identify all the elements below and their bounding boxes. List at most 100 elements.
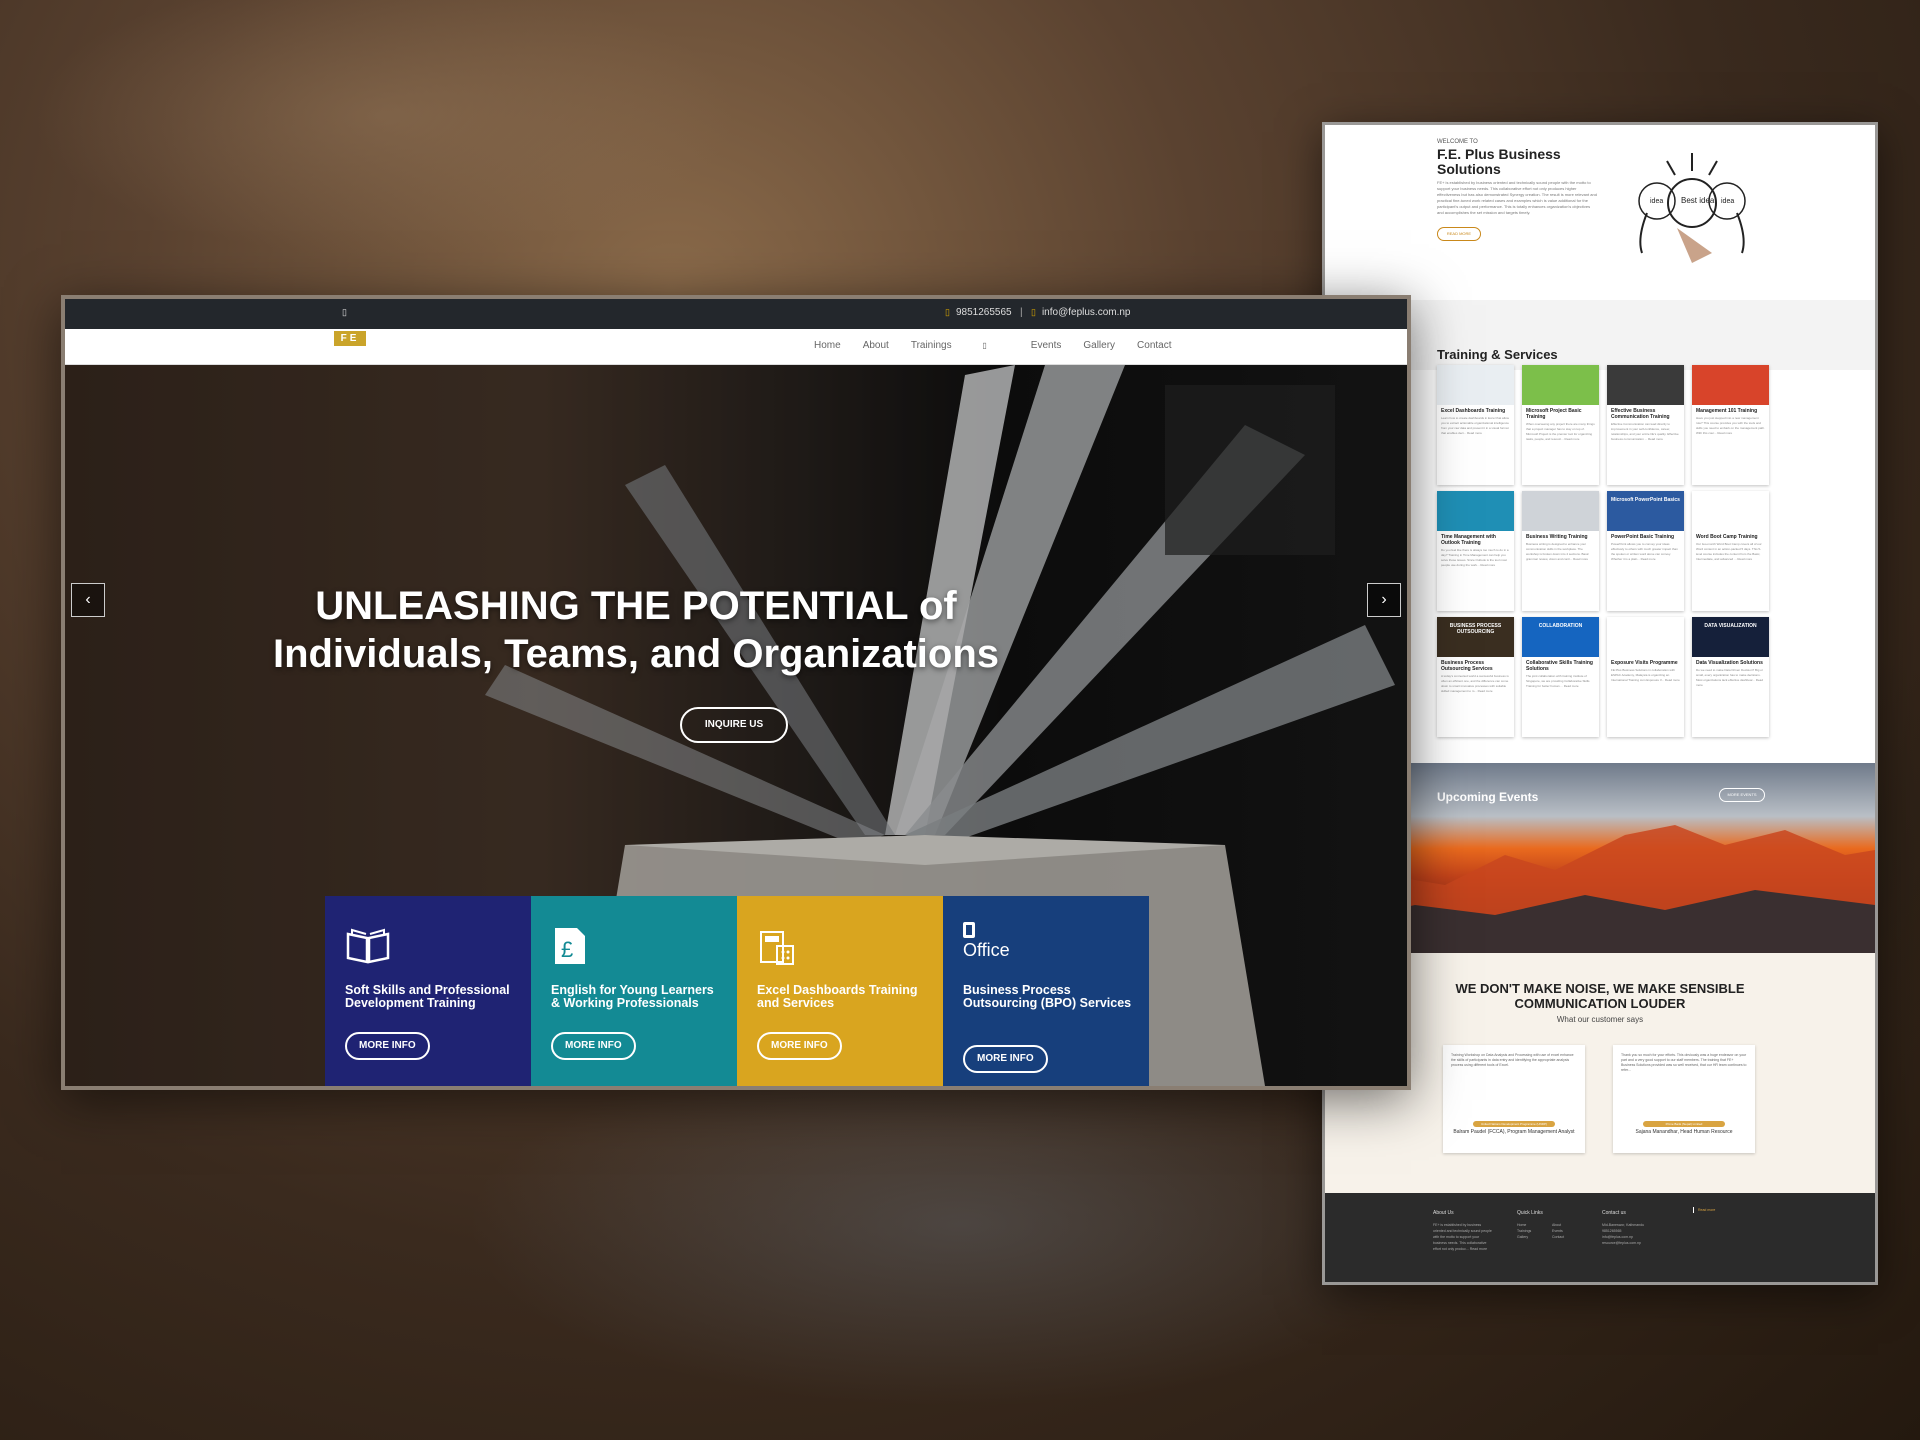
service-title: Collaborative Skills Training Solutions	[1526, 660, 1593, 672]
service-card[interactable]: Effective Business Communication Trainin…	[1607, 365, 1684, 485]
idea-word-center: Best idea	[1681, 196, 1715, 205]
service-card[interactable]: Business Writing Training Business writin…	[1522, 491, 1599, 611]
idea-word-left: idea	[1650, 198, 1663, 205]
mail-icon: ▯	[1031, 307, 1036, 317]
footer-read-more[interactable]: Read more	[1698, 1207, 1733, 1213]
service-title: Exposure Visits Programme	[1611, 660, 1678, 666]
footer-contact-title: Contact us	[1602, 1210, 1626, 1216]
footer-contact: Contact us Mid-Baneswor, Kathmandu 98512…	[1602, 1210, 1682, 1246]
service-card[interactable]: Exposure Visits Programme FE Plus Busines…	[1607, 617, 1684, 737]
testimonial-org-badge: Prime Bank (Nepal) Limited	[1643, 1121, 1725, 1127]
service-text: PowerPoint allows you to convey your ide…	[1611, 542, 1678, 561]
slider-next-button[interactable]: ›	[1367, 583, 1401, 617]
fe-logo[interactable]: FE	[334, 331, 366, 346]
service-title: Effective Business Communication Trainin…	[1611, 408, 1670, 420]
service-thumbnail: BUSINESS PROCESS OUTSOURCING	[1437, 617, 1514, 657]
mobile-icon: ▯	[342, 307, 347, 317]
welcome-small-label: WELCOME TO	[1437, 139, 1478, 145]
service-thumbnail-text: Microsoft PowerPoint Basics	[1611, 497, 1680, 503]
service-text: When overseeing any project there are ma…	[1526, 422, 1595, 441]
footer-email-2[interactable]: resource@feplus.com.np	[1602, 1240, 1682, 1246]
feature-english: £ English for Young Learners & Working P…	[531, 896, 737, 1086]
service-text: Do you feel like there is always too muc…	[1441, 548, 1509, 567]
email-address: info@feplus.com.np	[1041, 307, 1131, 318]
testimonial-card: Training Workshop on Data Analysis and P…	[1443, 1045, 1585, 1153]
nav-trainings[interactable]: Trainings ▯	[911, 340, 1009, 351]
service-card[interactable]: Excel Dashboards Training Learn how to cr…	[1437, 365, 1514, 485]
service-text: A today's connected world a successful b…	[1441, 674, 1509, 693]
footer-links: Quick Links Home About Trainings Events …	[1517, 1210, 1587, 1240]
more-events-button[interactable]: MORE EVENTS	[1719, 788, 1765, 802]
service-text: Have you just stepped into a new managem…	[1696, 416, 1765, 435]
service-card[interactable]: Word Boot Camp Training Our two-month Wor…	[1692, 491, 1769, 611]
office-logo-label: Office	[963, 940, 1010, 960]
best-idea-illustration: idea Best idea idea	[1638, 153, 1746, 263]
pound-document-icon: £	[555, 928, 585, 964]
service-thumbnail	[1437, 365, 1514, 405]
inquire-us-button[interactable]: INQUIRE US	[680, 707, 788, 743]
more-info-button[interactable]: MORE INFO	[345, 1032, 430, 1060]
service-title: Time Management with Outlook Training	[1441, 534, 1496, 546]
service-card[interactable]: Management 101 Training Have you just ste…	[1692, 365, 1769, 485]
service-title: Business Writing Training	[1526, 534, 1588, 540]
service-thumbnail	[1607, 617, 1684, 657]
service-card[interactable]: COLLABORATION Collaborative Skills Traini…	[1522, 617, 1599, 737]
email-info[interactable]: ▯ info@feplus.com.np	[1031, 307, 1130, 318]
service-thumbnail	[1522, 365, 1599, 405]
more-info-button[interactable]: MORE INFO	[757, 1032, 842, 1060]
service-thumbnail-text: BUSINESS PROCESS OUTSOURCING	[1449, 623, 1502, 635]
footer-about: About Us FE+ is established by business …	[1433, 1210, 1493, 1252]
service-thumbnail: DATA VISUALIZATION	[1692, 617, 1769, 657]
footer-extra: Read more	[1693, 1207, 1733, 1213]
service-thumbnail	[1437, 491, 1514, 531]
nav-events[interactable]: Events	[1031, 340, 1062, 351]
nav-contact[interactable]: Contact	[1137, 340, 1171, 351]
more-info-button[interactable]: MORE INFO	[551, 1032, 636, 1060]
service-title: PowerPoint Basic Training	[1611, 534, 1675, 540]
testimonial-text: Training Workshop on Data Analysis and P…	[1451, 1053, 1574, 1067]
more-info-button[interactable]: MORE INFO	[963, 1045, 1048, 1073]
footer	[1325, 1193, 1875, 1282]
nav-home[interactable]: Home	[814, 340, 841, 351]
testimonial-card: Thank you so much for your efforts. This…	[1613, 1045, 1755, 1153]
service-text: Effective Communication can lead directl…	[1611, 422, 1679, 441]
feature-title: Business Process Outsourcing (BPO) Servi…	[963, 983, 1132, 1010]
phone-number: 9851265565	[955, 307, 1012, 318]
testimonial-author: Sajana Manandhar, Head Human Resource	[1635, 1129, 1733, 1135]
feature-bpo: Office Business Process Outsourcing (BPO…	[943, 896, 1149, 1086]
read-more-button[interactable]: READ MORE	[1437, 227, 1481, 241]
nav-gallery[interactable]: Gallery	[1083, 340, 1115, 351]
service-thumbnail: COLLABORATION	[1522, 617, 1599, 657]
service-card[interactable]: DATA VISUALIZATION Data Visualization Sol…	[1692, 617, 1769, 737]
footer-link[interactable]: Gallery	[1517, 1234, 1552, 1240]
service-text: Our two-month Word Boot Camp covers all …	[1696, 542, 1762, 561]
service-title: Management 101 Training	[1696, 408, 1758, 414]
service-card[interactable]: Time Management with Outlook Training Do …	[1437, 491, 1514, 611]
services-title: Training & Services	[1437, 347, 1558, 362]
service-card[interactable]: Microsoft PowerPoint Basics PowerPoint Ba…	[1607, 491, 1684, 611]
service-card[interactable]: Microsoft Project Basic Training When ove…	[1522, 365, 1599, 485]
footer-links-title: Quick Links	[1517, 1210, 1543, 1216]
service-thumbnail	[1607, 365, 1684, 405]
nav-menu: Home About Trainings ▯ Events Gallery Co…	[814, 340, 1194, 351]
slider-prev-button[interactable]: ‹	[71, 583, 105, 617]
nav-about[interactable]: About	[863, 340, 889, 351]
service-card[interactable]: BUSINESS PROCESS OUTSOURCING Business Pro…	[1437, 617, 1514, 737]
nav-trainings-label: Trainings	[910, 340, 952, 351]
service-title: Business Process Outsourcing Services	[1441, 660, 1493, 672]
service-thumbnail: Microsoft PowerPoint Basics	[1607, 491, 1684, 531]
service-thumbnail-text: COLLABORATION	[1538, 623, 1583, 629]
footer-link[interactable]: Contact	[1552, 1234, 1587, 1240]
feature-title: Excel Dashboards Training and Services	[757, 983, 918, 1010]
service-text: The joint collaboration with training in…	[1526, 674, 1590, 688]
idea-word-right: idea	[1721, 198, 1734, 205]
service-title: Excel Dashboards Training	[1441, 408, 1506, 414]
calculator-icon	[760, 931, 794, 965]
book-icon	[346, 928, 390, 964]
hero-headline-line1: UNLEASHING THE POTENTIAL of	[315, 584, 957, 628]
service-title: Data Visualization Solutions	[1696, 660, 1763, 666]
feature-title: English for Young Learners & Working Pro…	[551, 983, 714, 1010]
hero-headline-line2: Individuals, Teams, and Organizations	[272, 632, 1000, 676]
service-title: Microsoft Project Basic Training	[1526, 408, 1582, 420]
phone-info[interactable]: ▯ 9851265565	[945, 307, 1012, 318]
